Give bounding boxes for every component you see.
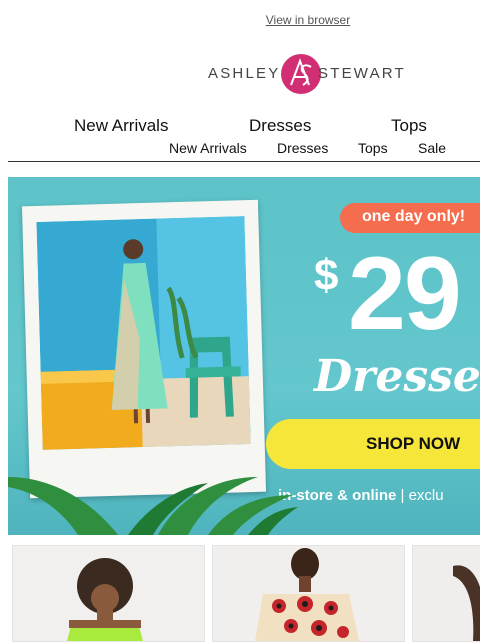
one-day-only-badge: one day only! bbox=[340, 203, 480, 233]
badge-text: one day only! bbox=[362, 208, 466, 225]
nav-primary-tops[interactable]: Tops bbox=[391, 116, 427, 136]
model-green-tube-dress-image bbox=[13, 546, 204, 641]
channel-availability-text: in-store & online | exclu bbox=[278, 487, 444, 504]
nav-secondary-tops[interactable]: Tops bbox=[358, 140, 388, 156]
nav-primary-dresses[interactable]: Dresses bbox=[249, 116, 311, 136]
price-value: 29 bbox=[348, 236, 462, 352]
nav-secondary-sale[interactable]: Sale bbox=[418, 140, 446, 156]
logo-monogram-icon bbox=[281, 54, 321, 94]
channel-text: in-store & online bbox=[278, 487, 397, 504]
hero-polaroid-frame bbox=[21, 199, 267, 499]
product-card[interactable] bbox=[12, 545, 205, 642]
nav-secondary-dresses[interactable]: Dresses bbox=[277, 140, 328, 156]
brand-logo[interactable]: ASHLEY STEWART bbox=[208, 52, 408, 96]
secondary-nav: New Arrivals Dresses Tops Sale bbox=[0, 140, 480, 158]
logo-word-right: STEWART bbox=[318, 65, 406, 82]
nav-primary-new-arrivals[interactable]: New Arrivals bbox=[74, 116, 168, 136]
product-row bbox=[0, 545, 480, 642]
channel-suffix: exclu bbox=[408, 487, 444, 504]
channel-separator: | bbox=[400, 487, 405, 504]
shop-now-button[interactable]: SHOP NOW bbox=[266, 419, 480, 469]
model-red-print-dress-image bbox=[213, 546, 404, 641]
hero-model-photo bbox=[36, 216, 251, 450]
nav-secondary-new-arrivals[interactable]: New Arrivals bbox=[169, 140, 247, 156]
view-in-browser-link[interactable]: View in browser bbox=[0, 13, 480, 27]
model-partial-image bbox=[413, 546, 480, 641]
logo-word-left: ASHLEY bbox=[208, 65, 281, 82]
nav-divider bbox=[8, 161, 480, 162]
primary-nav: New Arrivals Dresses Tops bbox=[0, 116, 480, 136]
product-card[interactable] bbox=[412, 545, 480, 642]
hero-headline: Dresses bbox=[314, 351, 480, 402]
hero-banner[interactable]: one day only! $ 29 Dresses SHOP NOW in-s… bbox=[8, 177, 480, 535]
product-card[interactable] bbox=[212, 545, 405, 642]
price-currency: $ bbox=[314, 251, 339, 300]
shop-now-label: SHOP NOW bbox=[366, 434, 461, 453]
